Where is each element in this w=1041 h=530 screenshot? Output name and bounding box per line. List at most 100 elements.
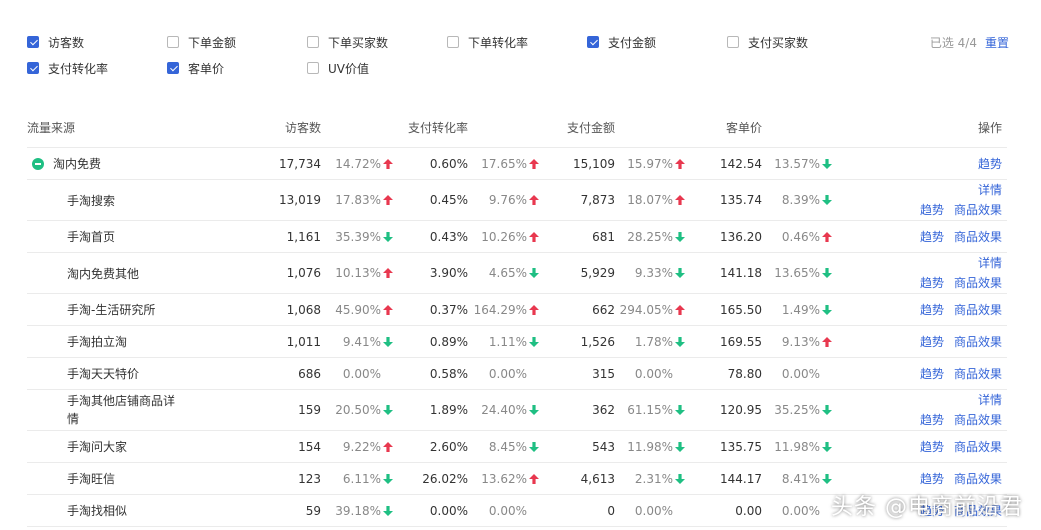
arrow-down-icon <box>675 473 685 484</box>
table-header: 流量来源 访客数 支付转化率 支付金额 客单价 操作 <box>27 108 1007 148</box>
change-percent: 0.00% <box>342 366 381 381</box>
arrow-up-icon <box>529 473 539 484</box>
detail-link[interactable]: 详情 <box>978 253 1002 273</box>
product-effect-link[interactable]: 商品效果 <box>954 332 1002 352</box>
change-percent: 35.39% <box>335 229 381 244</box>
source-cell: 手淘天天特价 <box>27 358 267 389</box>
trend-link[interactable]: 趋势 <box>920 300 944 320</box>
arrow-down-icon <box>822 441 832 452</box>
change-percent: 11.98% <box>627 439 673 454</box>
pay-conversion-value: 0.00% <box>429 503 468 518</box>
pay-conversion-value: 0.58% <box>429 366 468 381</box>
filter-uv-value[interactable]: UV价值 <box>307 59 369 77</box>
visitors-change: 20.50% <box>327 390 393 430</box>
unit-price-change: 8.39% <box>767 180 832 220</box>
arrow-up-icon <box>383 441 393 452</box>
product-effect-link[interactable]: 商品效果 <box>954 410 1002 430</box>
watermark: 头条 @电商前沿君 <box>831 495 1023 520</box>
trend-link[interactable]: 趋势 <box>920 332 944 352</box>
trend-link[interactable]: 趋势 <box>920 200 944 220</box>
filter-unit-price[interactable]: 客单价 <box>167 59 224 77</box>
source-cell: 手淘搜索 <box>27 180 267 220</box>
change-percent: 17.83% <box>335 193 381 207</box>
product-effect-link[interactable]: 商品效果 <box>954 469 1002 489</box>
filter-label: 支付金额 <box>608 35 657 50</box>
header-unit-price[interactable]: 客单价 <box>697 108 762 147</box>
arrow-down-icon <box>383 231 393 242</box>
trend-link[interactable]: 趋势 <box>920 273 944 293</box>
checkbox-unchecked-icon[interactable] <box>307 62 319 74</box>
product-effect-link[interactable]: 商品效果 <box>954 273 1002 293</box>
collapse-icon[interactable] <box>32 157 44 170</box>
visitors-value: 1,011 <box>286 334 321 349</box>
product-effect-link[interactable]: 商品效果 <box>954 300 1002 320</box>
unit-price-value: 0.00 <box>735 503 762 518</box>
filter-pay-conversion[interactable]: 支付转化率 <box>27 59 108 77</box>
arrow-down-icon <box>383 405 393 415</box>
arrow-up-icon <box>383 304 393 315</box>
filter-order-amount[interactable]: 下单金额 <box>167 33 236 51</box>
checkbox-checked-icon[interactable] <box>167 62 179 74</box>
checkbox-unchecked-icon[interactable] <box>727 36 739 48</box>
source-cell: 手淘问大家 <box>27 431 267 462</box>
row-actions: 趋势 商品效果 <box>887 326 1002 357</box>
reset-button[interactable]: 重置 <box>985 34 1009 51</box>
table-row: 手淘天天特价 686 0.00% 0.58% 0.00% 315 0.00% 78.80 0.0… <box>27 358 1007 390</box>
filter-pay-buyers[interactable]: 支付买家数 <box>727 33 808 51</box>
unit-price-change: 13.65% <box>767 253 832 293</box>
filter-order-buyers[interactable]: 下单买家数 <box>307 33 388 51</box>
unit-price-change: 0.46% <box>767 221 832 252</box>
change-percent: 45.90% <box>335 302 381 317</box>
unit-price-value: 135.74 <box>720 193 762 207</box>
pay-conversion-value: 0.37% <box>429 302 468 317</box>
product-effect-link[interactable]: 商品效果 <box>954 437 1002 457</box>
source-name: 手淘问大家 <box>67 440 128 454</box>
checkbox-unchecked-icon[interactable] <box>447 36 459 48</box>
filter-label: 客单价 <box>188 61 225 76</box>
change-percent: 20.50% <box>335 403 381 417</box>
visitors-change: 35.39% <box>327 221 393 252</box>
product-effect-link[interactable]: 商品效果 <box>954 200 1002 220</box>
unit-price-value: 169.55 <box>720 334 762 349</box>
trend-link[interactable]: 趋势 <box>978 154 1002 174</box>
pay-amount-value: 15,109 <box>573 156 615 171</box>
unit-price-change: 1.49% <box>767 294 832 325</box>
actions-line: 详情 <box>978 180 1002 200</box>
header-pay-amount[interactable]: 支付金额 <box>547 108 615 147</box>
product-effect-link[interactable]: 商品效果 <box>954 364 1002 384</box>
detail-link[interactable]: 详情 <box>978 180 1002 200</box>
change-percent: 9.76% <box>488 193 527 207</box>
arrow-placeholder <box>822 369 832 379</box>
checkbox-checked-icon[interactable] <box>27 62 39 74</box>
pay-amount-value: 362 <box>592 403 615 417</box>
source-name: 手淘搜索 <box>67 193 116 208</box>
change-percent: 9.41% <box>342 334 381 349</box>
trend-link[interactable]: 趋势 <box>920 469 944 489</box>
checkbox-checked-icon[interactable] <box>27 36 39 48</box>
trend-link[interactable]: 趋势 <box>920 437 944 457</box>
filter-pay-amount[interactable]: 支付金额 <box>587 33 656 51</box>
pay-conversion-change: 10.26% <box>472 221 539 252</box>
product-effect-link[interactable]: 商品效果 <box>954 227 1002 247</box>
header-source[interactable]: 流量来源 <box>27 108 267 147</box>
arrow-down-icon <box>822 304 832 315</box>
pay-amount-change: 18.07% <box>617 180 685 220</box>
arrow-down-icon <box>529 336 539 347</box>
trend-link[interactable]: 趋势 <box>920 410 944 430</box>
trend-link[interactable]: 趋势 <box>920 364 944 384</box>
header-pay-conversion[interactable]: 支付转化率 <box>407 108 468 147</box>
checkbox-unchecked-icon[interactable] <box>167 36 179 48</box>
filter-order-conversion[interactable]: 下单转化率 <box>447 33 528 51</box>
header-visitors[interactable]: 访客数 <box>247 108 321 147</box>
checkbox-unchecked-icon[interactable] <box>307 36 319 48</box>
change-percent: 11.98% <box>774 439 820 454</box>
visitors-value: 686 <box>298 366 321 381</box>
checkbox-checked-icon[interactable] <box>587 36 599 48</box>
visitors-value: 1,161 <box>286 229 321 244</box>
detail-link[interactable]: 详情 <box>978 390 1002 410</box>
actions-line: 趋势 商品效果 <box>920 227 1002 247</box>
pay-amount-value: 4,613 <box>580 471 615 486</box>
filter-visitors[interactable]: 访客数 <box>27 33 84 51</box>
unit-price-change: 35.25% <box>767 390 832 430</box>
trend-link[interactable]: 趋势 <box>920 227 944 247</box>
